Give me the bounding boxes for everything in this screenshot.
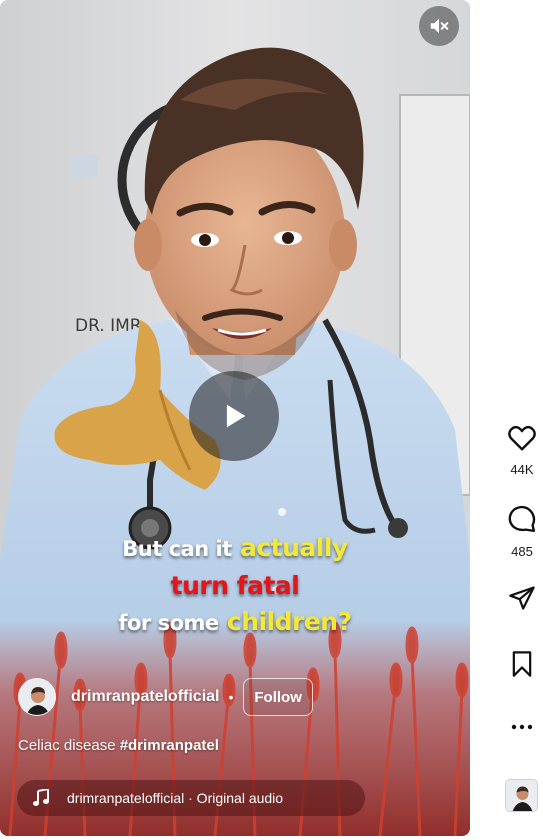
share-action[interactable]	[496, 584, 543, 617]
reel-page: DR. IMR But can it actually turn fatal f…	[0, 0, 543, 840]
description-text: Celiac disease	[18, 737, 120, 754]
like-action[interactable]: 44K	[496, 424, 543, 477]
audio-label: drimranpatelofficial · Original audio	[67, 790, 284, 806]
audio-thumbnail[interactable]	[505, 779, 538, 812]
send-icon	[509, 586, 535, 610]
audio-attribution[interactable]: drimranpatelofficial · Original audio	[17, 780, 365, 816]
comment-icon	[508, 505, 536, 533]
caption-line-2: turn fatal	[0, 571, 470, 600]
more-action[interactable]	[496, 718, 543, 736]
caption-word-red: turn fatal	[170, 571, 300, 600]
caption-line-3: for some children?	[0, 607, 470, 636]
bookmark-icon	[512, 651, 532, 677]
heart-icon	[508, 425, 536, 451]
comment-count: 485	[511, 544, 533, 559]
avatar-image	[19, 679, 55, 715]
author-row: drimranpatelofficial • Follow	[18, 677, 313, 717]
music-note-icon	[31, 789, 51, 807]
comment-action[interactable]: 485	[496, 504, 543, 559]
separator-dot: •	[228, 689, 234, 705]
author-avatar[interactable]	[18, 678, 56, 716]
caption-word-highlight: children?	[226, 607, 352, 636]
caption-line-1: But can it actually	[0, 533, 470, 562]
more-dots-icon	[511, 724, 533, 730]
audio-thumbnail-image	[506, 780, 537, 811]
caption-word-highlight: actually	[239, 533, 348, 562]
follow-button[interactable]: Follow	[243, 678, 313, 716]
mute-toggle-button[interactable]	[419, 6, 459, 46]
like-count: 44K	[510, 462, 534, 477]
hashtag-link[interactable]: #drimranpatel	[120, 737, 219, 754]
post-description: Celiac disease #drimranpatel	[18, 737, 219, 754]
video-player[interactable]: DR. IMR But can it actually turn fatal f…	[0, 0, 470, 836]
author-username[interactable]: drimranpatelofficial	[71, 688, 219, 706]
play-icon	[226, 404, 246, 428]
caption-word: for some	[118, 611, 219, 635]
caption-word: But can it	[122, 537, 232, 561]
play-button[interactable]	[189, 371, 279, 461]
muted-speaker-icon	[430, 18, 449, 34]
save-action[interactable]	[496, 650, 543, 683]
